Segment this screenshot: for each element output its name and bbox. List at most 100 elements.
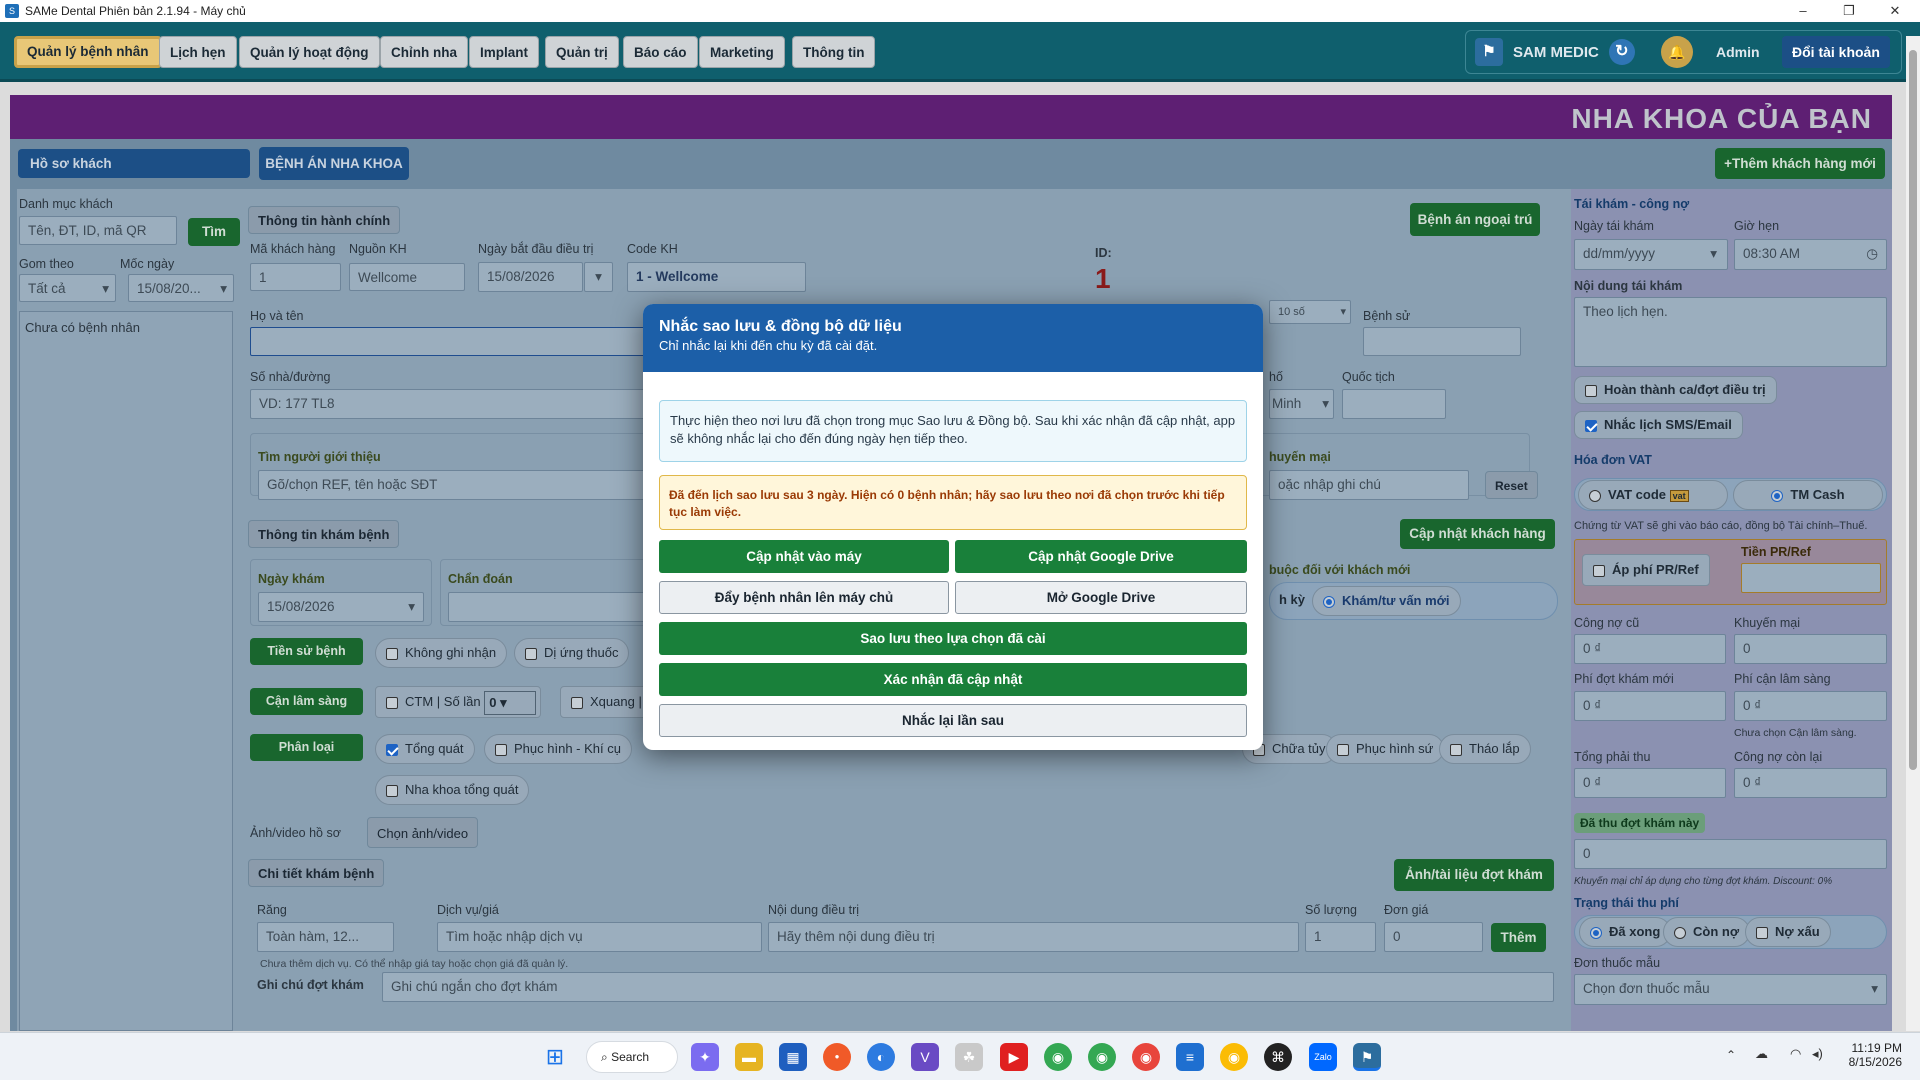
remind-later-button[interactable]: Nhắc lại lần sau [659, 704, 1247, 737]
complete-treatment-checkbox[interactable]: Hoàn thành ca/đợt điều trị [1574, 376, 1777, 404]
close-icon[interactable]: ✕ [1872, 0, 1918, 22]
exam-date-field[interactable]: 15/08/2026 ▾ [258, 592, 424, 622]
reset-button[interactable]: Reset [1485, 471, 1538, 499]
classification-button[interactable]: Phân loại [250, 734, 363, 761]
followup-content-field[interactable]: Theo lịch hẹn. [1574, 297, 1887, 367]
category-general[interactable]: Tổng quát [375, 734, 475, 764]
switch-account-button[interactable]: Đổi tài khoản [1782, 36, 1890, 68]
nav-orthodontics[interactable]: Chỉnh nha [380, 36, 468, 68]
followup-date-field[interactable]: dd/mm/yyyy ▾ [1574, 239, 1728, 270]
content-field[interactable]: Hãy thêm nội dung điều trị [768, 922, 1299, 952]
file-explorer-icon[interactable]: ▬ [735, 1043, 763, 1071]
paid-field[interactable]: 0 [1574, 839, 1887, 869]
maximize-icon[interactable]: ❐ [1826, 0, 1872, 22]
store-icon[interactable]: ▦ [779, 1043, 807, 1071]
province-select[interactable]: Minh ▾ [1269, 389, 1334, 419]
customer-list[interactable]: Chưa có bệnh nhân [19, 311, 233, 1031]
add-customer-button[interactable]: +Thêm khách hàng mới [1715, 148, 1885, 179]
tab-customer-profile[interactable]: Hồ sơ khách [18, 149, 250, 178]
minimize-icon[interactable]: – [1780, 0, 1826, 22]
wifi-icon[interactable]: ◠ [1790, 1046, 1801, 1062]
push-to-server-button[interactable]: Đẩy bệnh nhân lên máy chủ [659, 581, 949, 614]
calendar-dropdown-icon[interactable]: ▾ [584, 262, 613, 292]
search-button[interactable]: Tìm [188, 218, 240, 246]
nav-administration[interactable]: Quản trị [545, 36, 619, 68]
chrome-icon[interactable]: ◉ [1044, 1043, 1072, 1071]
times-select[interactable]: 0 ▾ [484, 690, 537, 715]
nav-patient-management[interactable]: Quản lý bệnh nhân [14, 36, 162, 68]
outpatient-record-button[interactable]: Bệnh án ngoại trú [1410, 203, 1540, 236]
clinical-tests-button[interactable]: Cận lâm sàng [250, 688, 363, 715]
page-scrollbar[interactable] [1906, 36, 1920, 1031]
source-field[interactable]: Wellcome [349, 263, 465, 291]
app-icon-orange[interactable]: ● [823, 1043, 851, 1071]
diagnosis-field[interactable] [448, 592, 648, 622]
pr-fee-checkbox[interactable]: Áp phí PR/Ref [1582, 554, 1710, 586]
exam-note-field[interactable]: Ghi chú ngắn cho đợt khám [382, 972, 1554, 1002]
refresh-icon[interactable]: ↻ [1608, 39, 1635, 65]
taskbar-search[interactable]: ⌕ Search [586, 1041, 678, 1073]
category-porcelain[interactable]: Phục hình sứ [1326, 734, 1445, 764]
chrome-profile3-icon[interactable]: ◉ [1220, 1043, 1248, 1071]
exam-docs-button[interactable]: Ảnh/tài liệu đợt khám [1394, 859, 1554, 891]
phone-digits-select[interactable]: 10 số ▾ [1269, 300, 1351, 324]
confirm-updated-button[interactable]: Xác nhận đã cập nhật [659, 663, 1247, 696]
same-dental-taskbar-icon[interactable]: ⚑ [1353, 1043, 1381, 1071]
customer-code-field[interactable]: 1 [250, 263, 341, 291]
nav-implant[interactable]: Implant [469, 36, 540, 68]
status-debt-option[interactable]: Còn nợ [1663, 917, 1751, 947]
no-record-checkbox[interactable]: Không ghi nhận [375, 638, 508, 668]
bell-icon[interactable]: 🔔 [1661, 36, 1693, 68]
clock[interactable]: 11:19 PM 8/15/2026 [1846, 1041, 1902, 1069]
service-field[interactable]: Tìm hoặc nhập dịch vụ [437, 922, 762, 952]
name-field[interactable] [250, 327, 650, 356]
address-field[interactable]: VD: 177 TL8 [250, 389, 650, 419]
nav-marketing[interactable]: Marketing [699, 36, 785, 68]
status-bad-debt-option[interactable]: Nợ xấu [1745, 917, 1831, 947]
tray-chevron-icon[interactable]: ⌃ [1726, 1048, 1736, 1062]
nav-appointments[interactable]: Lịch hẹn [159, 36, 237, 68]
add-service-button[interactable]: Thêm [1491, 923, 1546, 952]
promo-amount-field[interactable]: 0 [1734, 634, 1887, 664]
youtube-icon[interactable]: ▶ [1000, 1043, 1028, 1071]
choose-media-button[interactable]: Chọn ảnh/video [367, 817, 479, 848]
qty-field[interactable]: 1 [1305, 922, 1376, 952]
customer-search-input[interactable]: Tên, ĐT, ID, mã QR [19, 216, 177, 245]
start-date-field[interactable]: 15/08/2026 [478, 262, 583, 292]
medical-history-button[interactable]: Tiền sử bệnh [250, 638, 363, 665]
drug-allergy-checkbox[interactable]: Dị ứng thuốc [514, 638, 630, 668]
nav-information[interactable]: Thông tin [792, 36, 876, 68]
periodic-option[interactable]: h kỳ [1269, 586, 1315, 616]
referrer-field[interactable]: Gõ/chọn REF, tên hoặc SĐT [258, 470, 646, 500]
volume-icon[interactable]: ◂) [1812, 1046, 1823, 1062]
xray-checkbox[interactable]: Xquang | [560, 686, 653, 718]
time-field[interactable]: 08:30 AM ◷ [1734, 239, 1887, 270]
date-select[interactable]: 15/08/20... ▾ [128, 274, 234, 302]
group-select[interactable]: Tất cả ▾ [19, 274, 116, 302]
pr-money-field[interactable] [1741, 563, 1881, 593]
tm-cash-option[interactable]: TM Cash [1733, 480, 1883, 510]
network-status-icon[interactable]: ☁ [1755, 1046, 1768, 1062]
tooth-app-icon[interactable]: ◐ [867, 1043, 895, 1071]
prescription-select[interactable]: Chọn đơn thuốc mẫu ▾ [1574, 974, 1887, 1005]
status-done-option[interactable]: Đã xong [1579, 917, 1672, 947]
notes-icon[interactable]: ≡ [1176, 1043, 1204, 1071]
price-field[interactable]: 0 [1384, 922, 1483, 952]
copilot-icon[interactable]: ✦ [691, 1043, 719, 1071]
category-removable[interactable]: Tháo lắp [1439, 734, 1531, 764]
kh-code-field[interactable]: 1 - Wellcome [627, 262, 806, 292]
vat-code-option[interactable]: VAT code vat [1578, 480, 1728, 510]
sms-reminder-checkbox[interactable]: Nhắc lịch SMS/Email [1574, 411, 1743, 439]
backup-by-settings-button[interactable]: Sao lưu theo lựa chọn đã cài [659, 622, 1247, 655]
new-consult-option[interactable]: Khám/tư vấn mới [1312, 586, 1461, 616]
chatgpt-icon[interactable]: ⌘ [1264, 1043, 1292, 1071]
history-field[interactable] [1363, 327, 1521, 356]
nav-reports[interactable]: Báo cáo [623, 36, 698, 68]
promo-note-field[interactable]: oặc nhập ghi chú [1269, 470, 1469, 500]
category-general-dentistry[interactable]: Nha khoa tổng quát [375, 775, 530, 805]
app-icon-gray[interactable]: ☘ [955, 1043, 983, 1071]
zalo-icon[interactable]: Zalo [1309, 1043, 1337, 1071]
update-google-drive-button[interactable]: Cập nhật Google Drive [955, 540, 1247, 573]
nav-activity-management[interactable]: Quản lý hoạt động [239, 36, 380, 68]
visual-studio-icon[interactable]: V [911, 1043, 939, 1071]
